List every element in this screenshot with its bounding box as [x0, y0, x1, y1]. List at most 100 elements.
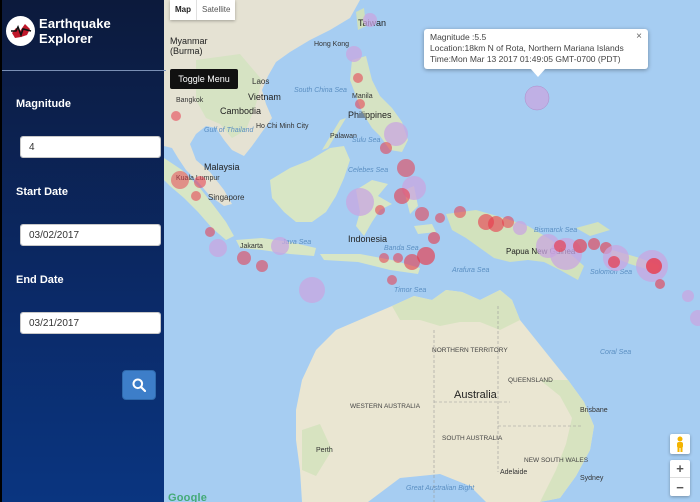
label-banda-sea: Banda Sea	[384, 245, 419, 252]
quake-marker[interactable]	[608, 256, 620, 268]
quake-marker[interactable]	[380, 142, 392, 154]
quake-marker[interactable]	[346, 188, 374, 216]
label-myanmar: Myanmar	[170, 36, 208, 46]
label-solomon-sea: Solomon Sea	[590, 269, 632, 276]
label-perth: Perth	[316, 447, 333, 454]
quake-marker[interactable]	[256, 260, 268, 272]
end-date-label: End Date	[16, 274, 64, 286]
quake-marker[interactable]	[513, 221, 527, 235]
label-south-australia: SOUTH AUSTRALIA	[442, 435, 503, 442]
info-window-tail	[530, 68, 546, 77]
info-window: Magnitude :5.5 Location:18km N of Rota, …	[424, 29, 648, 69]
label-australia: Australia	[454, 389, 498, 401]
label-singapore: Singapore	[208, 193, 245, 202]
end-date-input[interactable]	[21, 313, 160, 333]
label-bangkok: Bangkok	[176, 97, 204, 104]
label-laos: Laos	[252, 77, 269, 86]
label-sydney: Sydney	[580, 475, 604, 482]
label-bight: Great Australian Bight	[406, 485, 475, 492]
label-hong-kong: Hong Kong	[314, 41, 349, 48]
quake-marker[interactable]	[554, 240, 566, 252]
earthquake-logo-icon	[6, 16, 36, 46]
quake-marker[interactable]	[393, 253, 403, 263]
quake-marker[interactable]	[171, 111, 181, 121]
divider	[2, 70, 166, 71]
map-type-satellite[interactable]: Satellite	[196, 0, 235, 20]
sidebar: Earthquake Explorer Magnitude Start Date…	[0, 0, 166, 502]
label-celebes-sea: Celebes Sea	[348, 167, 388, 174]
quake-marker[interactable]	[573, 239, 587, 253]
toggle-menu-button[interactable]: Toggle Menu	[170, 69, 238, 89]
quake-marker[interactable]	[353, 73, 363, 83]
quake-marker[interactable]	[404, 254, 420, 270]
google-logo: Google	[168, 492, 208, 502]
quake-marker[interactable]	[194, 176, 206, 188]
magnitude-input[interactable]	[21, 137, 160, 157]
zoom-in-button[interactable]: +	[670, 460, 690, 478]
label-vietnam: Vietnam	[248, 92, 281, 102]
quake-marker[interactable]	[346, 46, 362, 62]
quake-marker[interactable]	[171, 171, 189, 189]
map-type-map[interactable]: Map	[170, 0, 196, 20]
zoom-out-button[interactable]: −	[670, 478, 690, 496]
quake-marker[interactable]	[428, 232, 440, 244]
magnitude-label: Magnitude	[16, 98, 71, 110]
quake-marker[interactable]	[205, 227, 215, 237]
quake-marker[interactable]	[415, 207, 429, 221]
quake-marker[interactable]	[454, 206, 466, 218]
quake-marker[interactable]	[387, 275, 397, 285]
info-location: Location:18km N of Rota, Northern Marian…	[430, 43, 624, 53]
pegman-icon[interactable]	[670, 434, 690, 454]
label-brisbane: Brisbane	[580, 407, 608, 414]
label-timor-sea: Timor Sea	[394, 287, 426, 294]
search-icon	[132, 378, 146, 392]
map-canvas[interactable]: Taiwan Myanmar (Burma) Hong Kong South C…	[164, 0, 700, 502]
label-cambodia: Cambodia	[220, 106, 261, 116]
quake-marker[interactable]	[488, 216, 504, 232]
label-malaysia: Malaysia	[204, 162, 240, 172]
quake-marker[interactable]	[682, 290, 694, 302]
label-manila: Manila	[352, 93, 373, 100]
quake-marker[interactable]	[394, 188, 410, 204]
label-adelaide: Adelaide	[500, 469, 527, 476]
label-arafura-sea: Arafura Sea	[451, 267, 489, 274]
quake-marker[interactable]	[363, 13, 377, 27]
label-jakarta: Jakarta	[240, 243, 263, 250]
label-indonesia: Indonesia	[348, 234, 387, 244]
zoom-control: + −	[670, 460, 690, 496]
info-time: Time:Mon Mar 13 2017 01:49:05 GMT-0700 (…	[430, 54, 621, 64]
close-icon[interactable]: ×	[636, 31, 642, 42]
label-south-china-sea: South China Sea	[294, 87, 347, 94]
quake-marker[interactable]	[209, 239, 227, 257]
app-title: Earthquake Explorer	[39, 16, 111, 46]
quake-marker[interactable]	[655, 279, 665, 289]
quake-marker[interactable]	[271, 237, 289, 255]
quake-marker[interactable]	[375, 205, 385, 215]
quake-marker[interactable]	[646, 258, 662, 274]
quake-marker[interactable]	[435, 213, 445, 223]
quake-marker[interactable]	[379, 253, 389, 263]
quake-marker[interactable]	[191, 191, 201, 201]
quake-marker[interactable]	[237, 251, 251, 265]
search-button[interactable]	[122, 370, 156, 400]
start-date-input[interactable]	[21, 225, 160, 245]
label-sulu-sea: Sulu Sea	[352, 137, 381, 144]
quake-marker[interactable]	[355, 99, 365, 109]
label-bismarck-sea: Bismarck Sea	[534, 227, 577, 234]
label-queensland: QUEENSLAND	[508, 377, 553, 384]
quake-marker[interactable]	[397, 159, 415, 177]
magnitude-field	[20, 136, 161, 158]
quake-marker[interactable]	[502, 216, 514, 228]
label-burma: (Burma)	[170, 46, 203, 56]
label-northern-territory: NORTHERN TERRITORY	[432, 347, 508, 354]
info-magnitude: Magnitude :5.5	[430, 32, 487, 42]
quake-marker[interactable]	[299, 277, 325, 303]
map-type-control: Map Satellite	[170, 0, 236, 20]
map-base: Taiwan Myanmar (Burma) Hong Kong South C…	[164, 0, 700, 502]
label-coral-sea: Coral Sea	[600, 349, 631, 356]
end-date-field	[20, 312, 161, 334]
quake-marker[interactable]	[588, 238, 600, 250]
label-nsw: NEW SOUTH WALES	[524, 457, 589, 464]
quake-marker[interactable]	[524, 85, 550, 111]
label-hcmc: Ho Chi Minh City	[256, 123, 309, 130]
